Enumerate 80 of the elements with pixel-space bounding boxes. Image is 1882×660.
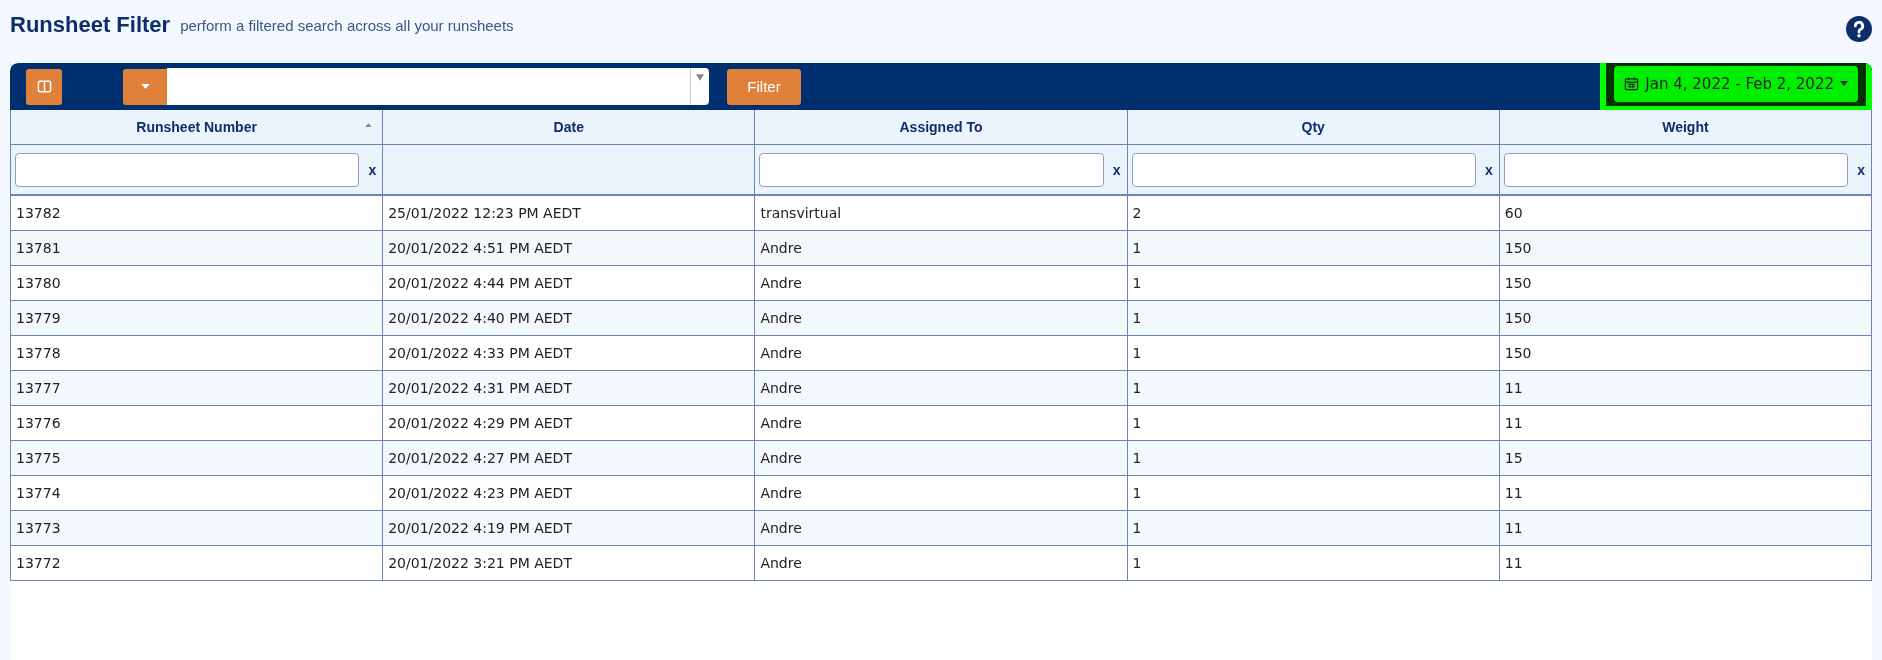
table-cell: 20/01/2022 3:21 PM AEDT — [383, 546, 756, 581]
table-cell: Andre — [755, 546, 1128, 581]
column-header[interactable]: Qty — [1127, 110, 1500, 145]
table-cell: 20/01/2022 4:33 PM AEDT — [383, 336, 756, 371]
caret-icon — [1840, 81, 1848, 86]
table-cell: Andre — [755, 301, 1128, 336]
table-cell: 13777 — [11, 371, 384, 406]
page-title: Runsheet Filter — [10, 12, 171, 38]
table-cell: Andre — [755, 336, 1128, 371]
column-header[interactable]: Date — [383, 110, 756, 145]
table-cell: 13776 — [11, 406, 384, 441]
caret-icon — [140, 84, 150, 89]
table-cell: 150 — [1499, 301, 1872, 336]
table-cell: 60 — [1499, 196, 1872, 231]
calendar-icon — [1624, 76, 1640, 91]
table-cell: 13780 — [11, 266, 384, 301]
table-cell: 20/01/2022 4:40 PM AEDT — [383, 301, 756, 336]
table-cell: 1 — [1127, 441, 1500, 476]
table-cell: 20/01/2022 4:19 PM AEDT — [383, 511, 756, 546]
caret-icon — [696, 74, 704, 81]
table-cell: Andre — [755, 371, 1128, 406]
filter-field[interactable] — [15, 152, 360, 187]
table-cell: 150 — [1499, 336, 1872, 371]
table-cell: 11 — [1499, 371, 1872, 406]
table-cell: 13782 — [11, 196, 384, 231]
table-cell: 13773 — [11, 511, 384, 546]
table-cell: 13774 — [11, 476, 384, 511]
table-cell: 20/01/2022 4:27 PM AEDT — [383, 441, 756, 476]
table-cell: 20/01/2022 4:29 PM AEDT — [383, 406, 756, 441]
table-cell: 13779 — [11, 301, 384, 336]
column-header[interactable]: Runsheet Number — [11, 110, 384, 145]
filter-field[interactable] — [759, 152, 1104, 187]
table-cell: transvirtual — [755, 196, 1128, 231]
columns-icon — [36, 79, 52, 94]
table-cell: 15 — [1499, 441, 1872, 476]
table-cell: 1 — [1127, 301, 1500, 336]
clear-filter-button[interactable]: x — [368, 161, 377, 178]
table-cell: Andre — [755, 511, 1128, 546]
table-cell: 11 — [1499, 476, 1872, 511]
table-cell: 20/01/2022 4:23 PM AEDT — [383, 476, 756, 511]
table-cell: 11 — [1499, 511, 1872, 546]
table-cell: Andre — [755, 441, 1128, 476]
table-cell: 1 — [1127, 336, 1500, 371]
table-cell: 1 — [1127, 511, 1500, 546]
page-subtitle: perform a filtered search across all your runsheets — [180, 16, 514, 34]
columns-button[interactable] — [26, 68, 62, 105]
table-cell: 20/01/2022 4:31 PM AEDT — [383, 371, 756, 406]
clear-filter-button[interactable]: x — [1857, 161, 1865, 178]
table-cell: 1 — [1127, 476, 1500, 511]
help-icon[interactable] — [1846, 16, 1872, 42]
table-cell: 150 — [1499, 231, 1872, 266]
table-cell: 11 — [1499, 546, 1872, 581]
sort-icon — [365, 123, 373, 127]
table-cell: 1 — [1127, 266, 1500, 301]
table-cell: 1 — [1127, 546, 1500, 581]
table-cell: 25/01/2022 12:23 PM AEDT — [383, 196, 756, 231]
table-cell: Andre — [755, 406, 1128, 441]
filter-field[interactable] — [1503, 152, 1849, 187]
table-cell: Andre — [755, 266, 1128, 301]
table-cell: 13781 — [11, 231, 384, 266]
table-cell: Andre — [755, 231, 1128, 266]
column-header[interactable]: Assigned To — [755, 110, 1128, 145]
date-range-button[interactable]: Jan 4, 2022 - Feb 2, 2022 — [1614, 65, 1858, 102]
table-cell: 13772 — [11, 546, 384, 581]
clear-filter-button[interactable]: x — [1112, 161, 1121, 178]
table-cell: 13775 — [11, 441, 384, 476]
dropdown-button[interactable] — [123, 68, 167, 105]
filter-field[interactable] — [1131, 152, 1476, 187]
table-cell: 1 — [1127, 406, 1500, 441]
table-cell: 20/01/2022 4:44 PM AEDT — [383, 266, 756, 301]
table-cell: 11 — [1499, 406, 1872, 441]
table-cell: 150 — [1499, 266, 1872, 301]
table-cell: Andre — [755, 476, 1128, 511]
table-cell: 13778 — [11, 336, 384, 371]
table-cell: 1 — [1127, 371, 1500, 406]
column-header[interactable]: Weight — [1499, 110, 1872, 145]
clear-filter-button[interactable]: x — [1485, 161, 1493, 178]
table-cell: 2 — [1127, 196, 1500, 231]
table-cell: 20/01/2022 4:51 PM AEDT — [383, 231, 756, 266]
table-cell: 1 — [1127, 231, 1500, 266]
